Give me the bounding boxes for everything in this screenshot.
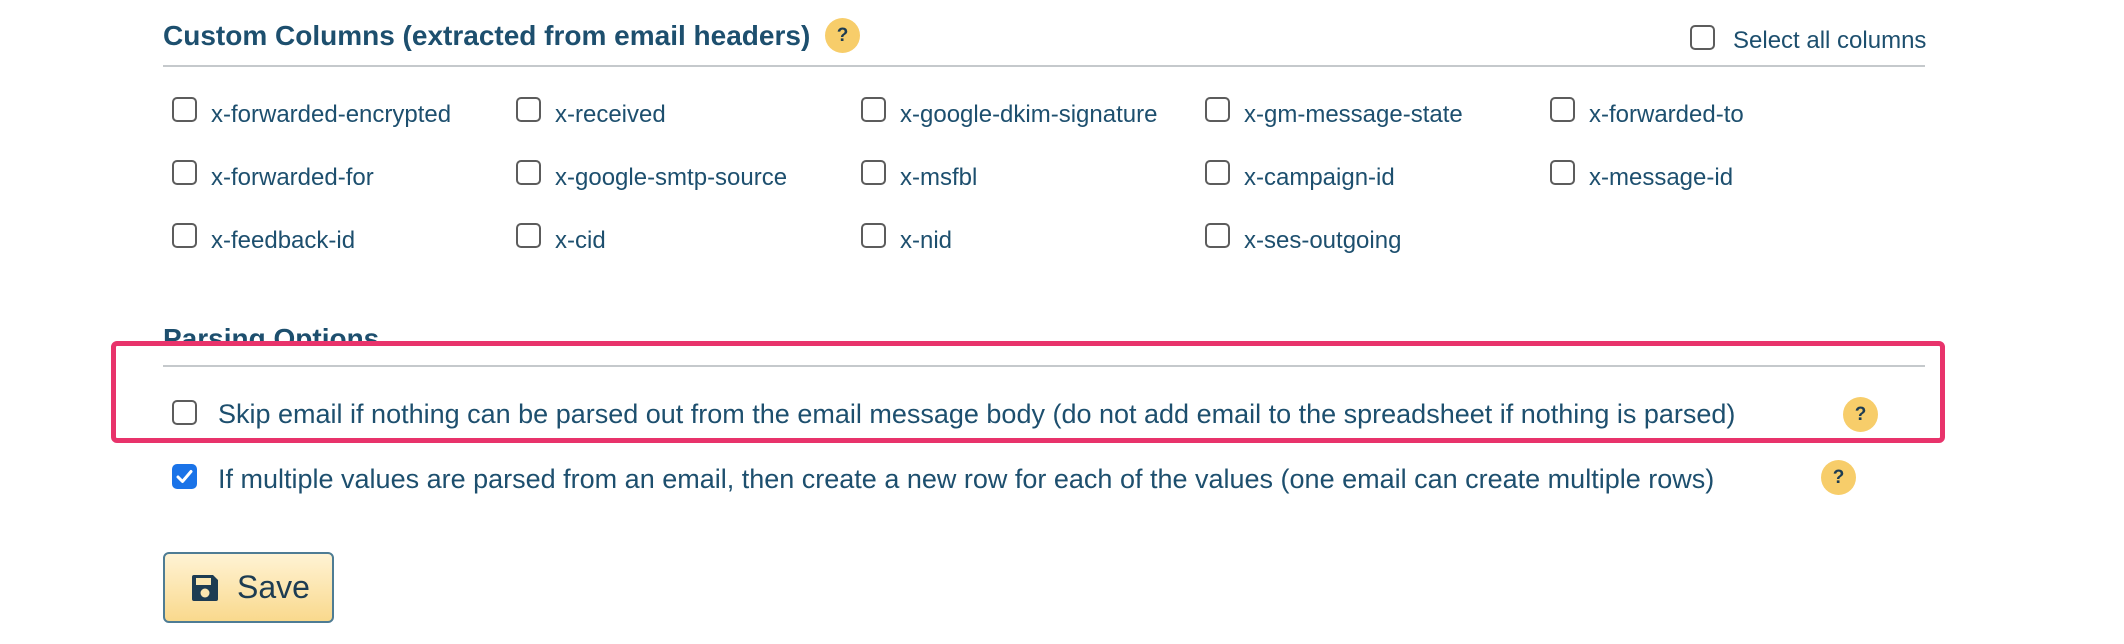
column-checkbox-x-message-id[interactable]	[1550, 160, 1575, 185]
column-checkbox-x-msfbl[interactable]	[861, 160, 886, 185]
column-label: x-message-id	[1589, 164, 1734, 191]
column-checkbox-x-campaign-id[interactable]	[1205, 160, 1230, 185]
column-label: x-nid	[900, 227, 953, 254]
skip-empty-email-help-icon[interactable]: ?	[1843, 397, 1878, 432]
column-checkbox-x-cid[interactable]	[516, 223, 541, 248]
column-label: x-forwarded-to	[1589, 101, 1744, 128]
column-label: x-forwarded-for	[211, 164, 374, 191]
column-checkbox-x-ses-outgoing[interactable]	[1205, 223, 1230, 248]
multiple-rows-checkbox[interactable]	[172, 464, 197, 489]
column-label: x-cid	[555, 227, 606, 254]
custom-columns-title: Custom Columns (extracted from email hea…	[163, 20, 811, 51]
skip-empty-email-label: Skip email if nothing can be parsed out …	[218, 399, 1736, 429]
custom-columns-divider	[163, 65, 1925, 67]
column-checkbox-x-google-smtp-source[interactable]	[516, 160, 541, 185]
column-checkbox-x-received[interactable]	[516, 97, 541, 122]
column-label: x-ses-outgoing	[1244, 227, 1402, 254]
custom-columns-help-icon[interactable]: ?	[825, 18, 860, 53]
column-checkbox-x-google-dkim-signature[interactable]	[861, 97, 886, 122]
column-checkbox-x-nid[interactable]	[861, 223, 886, 248]
select-all-columns-label: Select all columns	[1733, 27, 1927, 54]
multiple-rows-label: If multiple values are parsed from an em…	[218, 464, 1715, 494]
column-checkbox-x-forwarded-to[interactable]	[1550, 97, 1575, 122]
save-button[interactable]: Save	[163, 552, 334, 623]
multiple-rows-help-icon[interactable]: ?	[1821, 460, 1856, 495]
column-label: x-received	[555, 101, 666, 128]
column-checkbox-x-gm-message-state[interactable]	[1205, 97, 1230, 122]
column-label: x-gm-message-state	[1244, 101, 1463, 128]
save-button-label: Save	[237, 569, 310, 605]
floppy-disk-icon	[192, 574, 218, 601]
column-checkbox-x-forwarded-encrypted[interactable]	[172, 97, 197, 122]
column-label: x-feedback-id	[211, 227, 356, 254]
column-label: x-forwarded-encrypted	[211, 101, 452, 128]
checkmark-icon	[176, 470, 193, 483]
skip-empty-email-checkbox[interactable]	[172, 400, 197, 425]
column-label: x-google-smtp-source	[555, 164, 788, 191]
column-label: x-google-dkim-signature	[900, 101, 1158, 128]
column-checkbox-x-feedback-id[interactable]	[172, 223, 197, 248]
column-label: x-campaign-id	[1244, 164, 1395, 191]
column-checkbox-x-forwarded-for[interactable]	[172, 160, 197, 185]
select-all-columns-checkbox[interactable]	[1690, 25, 1715, 50]
column-label: x-msfbl	[900, 164, 978, 191]
